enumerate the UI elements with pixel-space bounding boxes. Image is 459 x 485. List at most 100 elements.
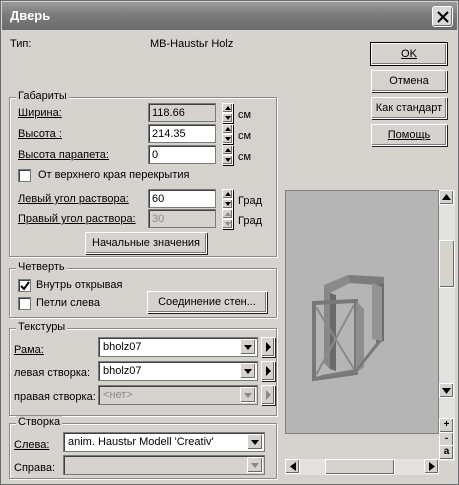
zoom-fit-button[interactable]: a	[439, 445, 454, 460]
right-angle-unit: Град	[238, 215, 262, 227]
parapet-input[interactable]	[148, 145, 216, 164]
left-leaf-label: левая створка:	[14, 367, 91, 379]
frame-texture-select[interactable]: bholz07	[98, 337, 258, 357]
chevron-down-icon[interactable]	[247, 457, 263, 473]
scroll-right-button[interactable]	[424, 459, 439, 474]
spin-down-icon[interactable]	[222, 134, 233, 144]
door-preview-viewport[interactable]	[285, 190, 439, 434]
preview-vertical-scrollbar[interactable]: + - a	[439, 190, 455, 461]
right-leaf-texture-select[interactable]: <нет>	[98, 385, 258, 405]
scroll-left-button[interactable]	[285, 459, 300, 474]
frame-texture-browse-button[interactable]	[261, 337, 275, 357]
zoom-in-label: +	[443, 419, 450, 430]
zoom-out-label: -	[444, 433, 449, 444]
type-label: Тип:	[10, 38, 32, 50]
leaf-right-select[interactable]	[63, 455, 265, 475]
chevron-down-icon[interactable]	[240, 387, 256, 403]
chevron-down-icon[interactable]	[240, 339, 256, 355]
spin-up-icon[interactable]	[222, 103, 233, 113]
door-dialog: Дверь Тип: MB-Haustьr Holz OK Отмена Как…	[0, 0, 459, 485]
spin-down-icon[interactable]	[222, 155, 233, 165]
leaf-right-label: Справа:	[14, 462, 56, 474]
chevron-down-icon[interactable]	[247, 434, 263, 450]
leaf-left-value: anim. Haustьr Modell 'Creativ'	[68, 436, 214, 448]
help-button-label: Помощь	[387, 129, 431, 141]
left-leaf-texture-value: bholz07	[103, 365, 142, 377]
title-bar[interactable]: Дверь	[2, 2, 457, 30]
height-input[interactable]	[148, 124, 216, 143]
inward-checkbox[interactable]	[18, 279, 31, 292]
left-angle-spinner[interactable]	[222, 189, 233, 209]
hinges-left-checkbox[interactable]	[18, 297, 31, 310]
as-standard-button[interactable]: Как стандарт	[371, 97, 447, 119]
leaf-group-title: Створка	[16, 416, 63, 428]
wall-connection-button[interactable]: Соединение стен...	[147, 291, 267, 313]
door-3d-model	[312, 275, 384, 382]
zoom-in-button[interactable]: +	[439, 418, 454, 433]
arrow-up-icon	[442, 194, 451, 200]
ok-button[interactable]: OK	[370, 42, 448, 66]
frame-label: Рама:	[14, 344, 44, 356]
textures-group-title: Текстуры	[16, 321, 68, 333]
zoom-fit-label: a	[443, 446, 450, 457]
right-angle-label: Правый угол раствора:	[18, 213, 136, 225]
arrow-down-icon	[442, 388, 451, 394]
leaf-left-label: Слева:	[14, 439, 50, 451]
width-unit: см	[238, 109, 252, 121]
help-button[interactable]: Помощь	[371, 124, 447, 146]
inward-label: Внутрь открывая	[36, 279, 123, 291]
hinges-left-label: Петли слева	[36, 297, 100, 309]
window-title: Дверь	[10, 8, 51, 23]
spin-up-icon[interactable]	[222, 209, 233, 219]
quarter-group-title: Четверть	[16, 261, 67, 273]
right-leaf-label: правая створка:	[14, 391, 96, 403]
spin-down-icon[interactable]	[222, 113, 233, 123]
left-angle-input[interactable]	[148, 189, 216, 208]
parapet-spinner[interactable]	[222, 145, 233, 165]
from-top-checkbox[interactable]	[18, 169, 31, 182]
height-spinner[interactable]	[222, 124, 233, 144]
close-button[interactable]	[432, 6, 453, 27]
spin-up-icon[interactable]	[222, 124, 233, 134]
type-value: MB-Haustьr Holz	[150, 38, 234, 50]
frame-texture-value: bholz07	[103, 341, 142, 353]
checkmark-icon	[20, 281, 30, 291]
spin-up-icon[interactable]	[222, 189, 233, 199]
width-spinner[interactable]	[222, 103, 233, 123]
from-top-label: От верхнего края перекрытия	[38, 169, 190, 181]
left-leaf-texture-browse-button[interactable]	[261, 361, 275, 381]
right-angle-spinner[interactable]	[222, 209, 233, 229]
scroll-down-button[interactable]	[439, 383, 454, 398]
left-angle-unit: Град	[238, 195, 262, 207]
as-standard-button-label: Как стандарт	[375, 102, 443, 114]
width-input[interactable]	[148, 103, 216, 122]
ok-button-label: OK	[401, 48, 417, 60]
arrow-right-icon	[428, 462, 435, 471]
wall-connection-button-label: Соединение стен...	[158, 296, 256, 308]
scroll-up-button[interactable]	[439, 190, 454, 205]
width-label: Ширина:	[18, 107, 62, 119]
spin-down-icon[interactable]	[222, 219, 233, 229]
parapet-unit: см	[238, 151, 252, 163]
left-leaf-texture-select[interactable]: bholz07	[98, 361, 258, 381]
dimensions-group-title: Габариты	[16, 90, 69, 102]
horizontal-scroll-thumb[interactable]	[325, 459, 395, 475]
cancel-button-label: Отмена	[389, 75, 429, 87]
right-leaf-texture-value: <нет>	[103, 389, 133, 401]
spin-up-icon[interactable]	[222, 145, 233, 155]
spin-down-icon[interactable]	[222, 199, 233, 209]
height-unit: см	[238, 130, 252, 142]
leaf-left-select[interactable]: anim. Haustьr Modell 'Creativ'	[63, 432, 265, 452]
preview-horizontal-scrollbar[interactable]	[285, 459, 439, 475]
initial-values-button-label: Начальные значения	[92, 237, 200, 249]
chevron-down-icon[interactable]	[240, 363, 256, 379]
close-icon	[437, 11, 449, 23]
right-angle-input[interactable]	[148, 209, 216, 228]
initial-values-button[interactable]: Начальные значения	[85, 232, 207, 254]
height-label: Высота :	[18, 128, 62, 140]
parapet-label: Высота парапета:	[18, 149, 109, 161]
right-leaf-texture-browse-button[interactable]	[261, 385, 275, 405]
left-angle-label: Левый угол раствора:	[18, 193, 129, 205]
cancel-button[interactable]: Отмена	[371, 70, 447, 92]
vertical-scroll-thumb[interactable]	[439, 240, 455, 288]
